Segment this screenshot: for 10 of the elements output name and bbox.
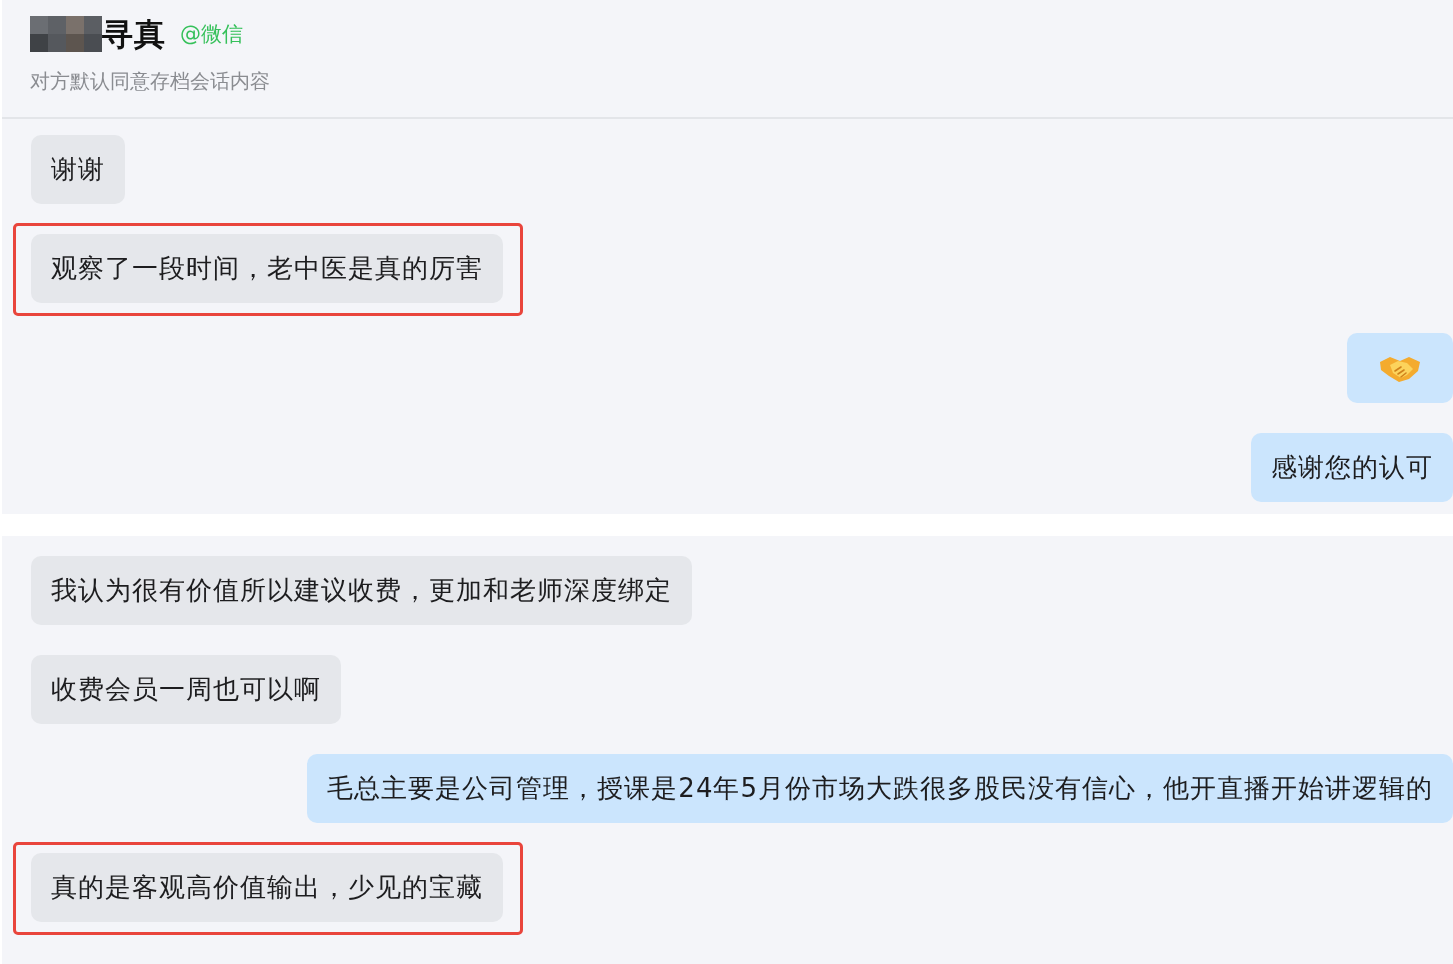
message-bubble: 感谢您的认可	[1251, 433, 1453, 502]
message-bubble: 我认为很有价值所以建议收费，更加和老师深度绑定	[31, 556, 692, 625]
message-bubble: 毛总主要是公司管理，授课是24年5月份市场大跌很多股民没有信心，他开直播开始讲逻辑的	[307, 754, 1453, 823]
message-bubble: 观察了一段时间，老中医是真的厉害	[31, 234, 503, 303]
message-bubble: 谢谢	[31, 135, 125, 204]
archive-notice: 对方默认同意存档会话内容	[30, 68, 271, 95]
message-bubble: 收费会员一周也可以啊	[31, 655, 341, 724]
contact-source: @微信	[180, 21, 243, 48]
contact-name: 寻真	[102, 15, 166, 53]
message-bubble: 真的是客观高价值输出，少见的宝藏	[31, 853, 503, 922]
